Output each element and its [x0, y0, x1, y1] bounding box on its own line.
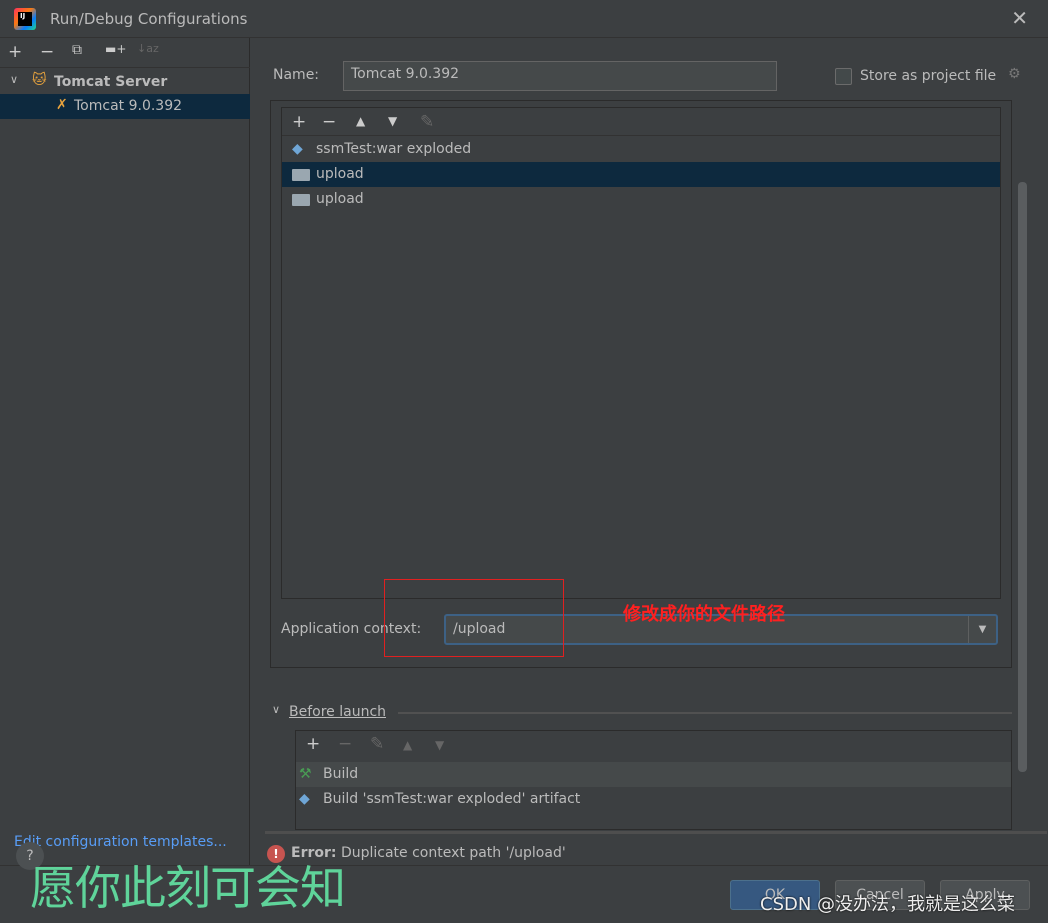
tree-item-tomcat-config[interactable]: ✗ Tomcat 9.0.392 [0, 94, 250, 119]
list-item[interactable]: upload [282, 162, 1000, 187]
title-bar: IJ Run/Debug Configurations ✕ [0, 0, 1048, 38]
tree-label: Tomcat Server [54, 74, 168, 90]
sort-icon[interactable]: ↓az [137, 42, 159, 55]
tree-item-tomcat-server[interactable]: ∨ 🐱 Tomcat Server [0, 70, 250, 94]
close-icon[interactable]: ✕ [1011, 6, 1028, 30]
name-label: Name: [273, 67, 320, 83]
store-label: Store as project file [860, 68, 997, 84]
item-label: Build 'ssmTest:war exploded' artifact [323, 791, 581, 807]
add-icon[interactable]: + [292, 112, 306, 132]
name-input[interactable]: Tomcat 9.0.392 [343, 61, 777, 91]
edit-icon[interactable]: ✎ [370, 734, 384, 754]
remove-icon[interactable]: − [322, 112, 336, 132]
watermark: CSDN @没办法，我就是这么菜 [760, 894, 1016, 915]
deployment-list: + − ▲ ▼ ✎ ◆ ssmTest:war exploded upload u… [281, 107, 1001, 599]
artifact-icon: ◆ [292, 141, 303, 157]
list-item[interactable]: ◆ Build 'ssmTest:war exploded' artifact [296, 787, 1011, 812]
edit-templates-link[interactable]: Edit configuration templates... [14, 834, 227, 850]
sidebar-toolbar: + − ⧉ ▬+ ↓az [0, 38, 250, 68]
list-item[interactable]: ⚒ Build [296, 762, 1011, 787]
divider [265, 831, 1047, 834]
tomcat-icon: 🐱 [32, 72, 47, 88]
hammer-icon: ⚒ [299, 766, 312, 782]
item-label: upload [316, 191, 364, 207]
chevron-down-icon[interactable]: ∨ [10, 73, 18, 86]
item-label: Build [323, 766, 359, 782]
folder-icon [292, 169, 310, 181]
intellij-logo-icon: IJ [14, 8, 36, 30]
list-item[interactable]: ◆ ssmTest:war exploded [282, 137, 1000, 162]
new-folder-icon[interactable]: ▬+ [105, 42, 126, 56]
move-up-icon[interactable]: ▲ [403, 738, 412, 752]
tomcat-error-icon: ✗ [56, 97, 68, 113]
config-sidebar: + − ⧉ ▬+ ↓az ∨ 🐱 Tomcat Server ✗ Tomcat … [0, 38, 250, 865]
dropdown-arrow-icon[interactable]: ▼ [968, 616, 996, 643]
before-launch-list: + − ✎ ▲ ▼ ⚒ Build ◆ Build 'ssmTest:war exp… [295, 730, 1012, 830]
before-launch-title[interactable]: Before launch [289, 704, 386, 720]
folder-icon [292, 194, 310, 206]
chevron-down-icon[interactable]: ∨ [272, 703, 280, 716]
annotation-text: 修改成你的文件路径 [623, 604, 785, 625]
caption-overlay: 愿你此刻可会知 [30, 861, 346, 915]
window-title: Run/Debug Configurations [50, 10, 248, 28]
store-checkbox[interactable] [835, 68, 852, 85]
remove-icon[interactable]: − [338, 734, 352, 754]
scrollbar[interactable] [1018, 182, 1027, 772]
list-item[interactable]: upload [282, 187, 1000, 212]
edit-icon[interactable]: ✎ [420, 112, 434, 132]
logo-text: IJ [18, 12, 32, 26]
gear-icon[interactable]: ⚙ [1008, 66, 1021, 82]
separator [398, 712, 1012, 714]
copy-icon[interactable]: ⧉ [72, 42, 82, 58]
tree-label: Tomcat 9.0.392 [74, 98, 183, 114]
add-icon[interactable]: + [306, 734, 320, 754]
item-label: ssmTest:war exploded [316, 141, 472, 157]
item-label: upload [316, 166, 364, 182]
add-icon[interactable]: + [8, 42, 22, 62]
move-down-icon[interactable]: ▼ [388, 114, 397, 128]
move-down-icon[interactable]: ▼ [435, 738, 444, 752]
remove-icon[interactable]: − [40, 42, 54, 62]
artifact-icon: ◆ [299, 791, 310, 807]
error-text: Duplicate context path '/upload' [340, 845, 566, 861]
highlight-box [384, 579, 564, 657]
deployment-toolbar: + − ▲ ▼ ✎ [282, 108, 1000, 136]
move-up-icon[interactable]: ▲ [356, 114, 365, 128]
